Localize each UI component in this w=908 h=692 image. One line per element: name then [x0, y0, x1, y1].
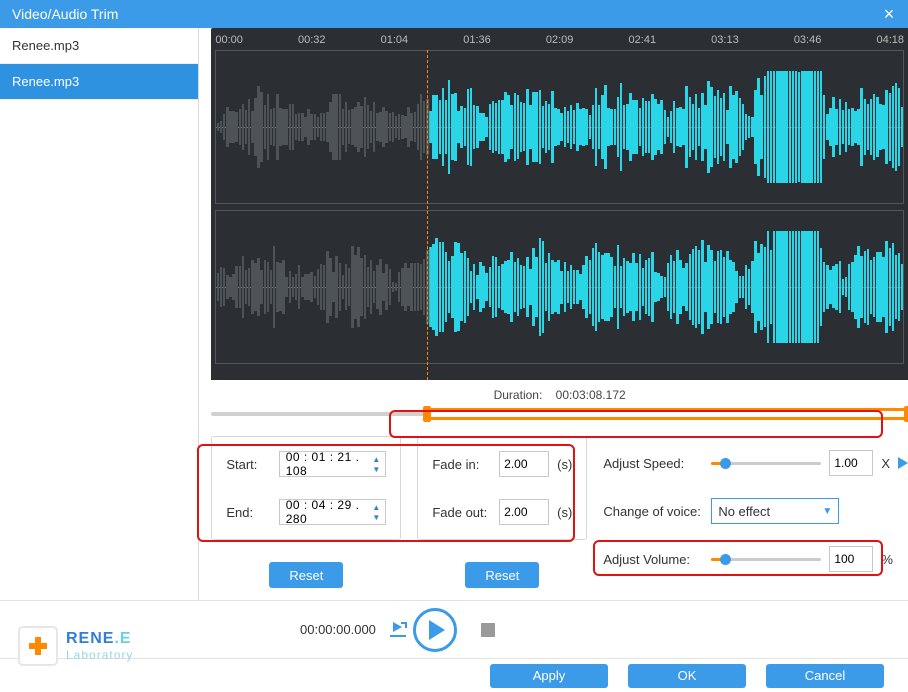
selection-start-line[interactable]: [427, 50, 428, 380]
speed-label: Adjust Speed:: [603, 456, 703, 471]
voice-value: No effect: [718, 504, 770, 519]
logo-text-a: RENE: [66, 630, 114, 647]
tick: 00:00: [215, 34, 243, 50]
main-panel: 00:00 00:32 01:04 01:36 02:09 02:41 03:1…: [199, 28, 908, 600]
window-title: Video/Audio Trim: [12, 6, 118, 22]
fadein-label: Fade in:: [432, 457, 491, 472]
volume-unit: %: [881, 552, 893, 567]
start-label: Start:: [226, 457, 270, 472]
footer-bar: Apply OK Cancel: [0, 658, 908, 692]
sidebar-item-label: Renee.mp3: [12, 74, 79, 89]
fade-group: Fade in: (s) Fade out: (s): [417, 436, 587, 540]
volume-label: Adjust Volume:: [603, 552, 703, 567]
brand-logo: RENE.E Laboratory: [18, 626, 133, 666]
tick: 03:46: [794, 34, 822, 50]
playback-bar: 00:00:00.000: [0, 600, 908, 658]
chevron-down-icon: ▼: [822, 506, 832, 517]
spin-up-icon[interactable]: ▲: [369, 502, 383, 512]
tick: 01:36: [463, 34, 491, 50]
titlebar: Video/Audio Trim ×: [0, 0, 908, 28]
play-icon: [429, 620, 445, 640]
trim-time-group: Start: 00 : 01 : 21 . 108 ▲▼ End: 00 : 0…: [211, 436, 401, 540]
trim-handle-end[interactable]: [904, 406, 908, 422]
apply-button[interactable]: Apply: [490, 664, 608, 688]
export-icon[interactable]: [390, 623, 406, 637]
logo-subtext: Laboratory: [66, 649, 133, 661]
reset-fade-button[interactable]: Reset: [465, 562, 539, 588]
preview-speed-icon[interactable]: [898, 457, 908, 469]
end-value: 00 : 04 : 29 . 280: [286, 498, 370, 526]
tick: 00:32: [298, 34, 326, 50]
controls-area: Start: 00 : 01 : 21 . 108 ▲▼ End: 00 : 0…: [211, 436, 908, 588]
fade-unit: (s): [557, 505, 572, 520]
play-button[interactable]: [413, 608, 457, 652]
tick: 01:04: [381, 34, 409, 50]
volume-slider[interactable]: [711, 552, 821, 566]
cancel-button[interactable]: Cancel: [766, 664, 884, 688]
end-input[interactable]: 00 : 04 : 29 . 280 ▲▼: [279, 499, 387, 525]
waveform-area[interactable]: [211, 50, 908, 380]
tick: 03:13: [711, 34, 739, 50]
stop-button[interactable]: [481, 623, 495, 637]
sidebar-item-1[interactable]: Renee.mp3: [0, 64, 198, 100]
sidebar: Renee.mp3 Renee.mp3: [0, 28, 199, 600]
spin-up-icon[interactable]: ▲: [369, 454, 383, 464]
speed-slider[interactable]: [711, 456, 821, 470]
fadeout-input[interactable]: [499, 499, 549, 525]
logo-text-b: .E: [114, 630, 131, 647]
start-input[interactable]: 00 : 01 : 21 . 108 ▲▼: [279, 451, 387, 477]
spin-down-icon[interactable]: ▼: [369, 464, 383, 474]
reset-trim-button[interactable]: Reset: [269, 562, 343, 588]
waveform-channel-right: [215, 210, 904, 364]
trim-slider[interactable]: [211, 406, 908, 422]
duration-label: Duration:: [494, 388, 543, 402]
speed-input[interactable]: [829, 450, 873, 476]
fade-unit: (s): [557, 457, 572, 472]
fadein-input[interactable]: [499, 451, 549, 477]
voice-label: Change of voice:: [603, 504, 703, 519]
start-value: 00 : 01 : 21 . 108: [286, 450, 370, 478]
waveform-timeline: 00:00 00:32 01:04 01:36 02:09 02:41 03:1…: [211, 28, 908, 50]
ok-button[interactable]: OK: [628, 664, 746, 688]
speed-unit: X: [881, 456, 890, 471]
tick: 02:09: [546, 34, 574, 50]
voice-select[interactable]: No effect ▼: [711, 498, 839, 524]
trim-handle-start[interactable]: [423, 406, 431, 422]
tick: 02:41: [629, 34, 657, 50]
close-icon[interactable]: ×: [878, 3, 900, 25]
fadeout-label: Fade out:: [432, 505, 491, 520]
sidebar-item-0[interactable]: Renee.mp3: [0, 28, 198, 64]
duration-display: Duration: 00:03:08.172: [211, 388, 908, 402]
tick: 04:18: [876, 34, 904, 50]
sidebar-item-label: Renee.mp3: [12, 38, 79, 53]
logo-badge-icon: [18, 626, 58, 666]
spin-down-icon[interactable]: ▼: [369, 512, 383, 522]
duration-value: 00:03:08.172: [556, 388, 626, 402]
volume-input[interactable]: [829, 546, 873, 572]
end-label: End:: [226, 505, 270, 520]
playback-time: 00:00:00.000: [300, 622, 376, 637]
waveform-channel-left: [215, 50, 904, 204]
